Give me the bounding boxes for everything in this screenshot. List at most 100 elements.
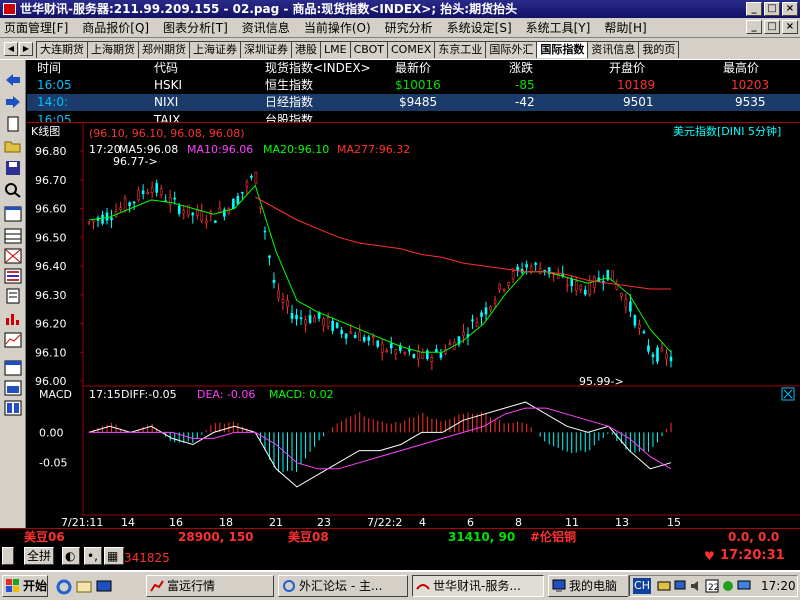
market-tab[interactable]: 资讯信息: [587, 41, 640, 58]
arrow-right-icon[interactable]: [4, 94, 22, 110]
child-minimize-button[interactable]: _: [746, 20, 762, 34]
task-forum[interactable]: 外汇论坛 - 主...: [278, 575, 408, 597]
new-page-icon[interactable]: [4, 116, 22, 132]
menu-operation[interactable]: 当前操作(O): [304, 19, 371, 36]
cell-change: -42: [515, 95, 535, 109]
keyboard-icon[interactable]: ▦: [104, 547, 124, 565]
market-tab[interactable]: 东京工业: [434, 41, 487, 58]
task-shihua[interactable]: 世华财讯-服务...: [412, 575, 544, 597]
line-chart-icon[interactable]: [4, 332, 22, 348]
market-tab[interactable]: 我的页: [638, 41, 680, 58]
market-tab[interactable]: 国际指数: [536, 41, 589, 58]
ie-icon[interactable]: [56, 579, 72, 595]
candle-body: [155, 183, 158, 193]
market-tab[interactable]: COMEX: [387, 41, 436, 58]
messenger-icon[interactable]: [721, 579, 735, 593]
table-icon[interactable]: [4, 228, 22, 244]
search-icon[interactable]: [4, 182, 22, 198]
market-tab[interactable]: 国际外汇: [485, 41, 538, 58]
tab-prev-button[interactable]: ◀: [4, 42, 18, 56]
notes-icon[interactable]: [4, 288, 22, 304]
ma-label: MA20:96.10: [263, 143, 329, 156]
header-open[interactable]: 开盘价: [609, 60, 645, 77]
arrow-left-icon[interactable]: [4, 72, 22, 88]
low-marker: 95.99->: [579, 375, 624, 388]
ime-icon[interactable]: [2, 547, 14, 565]
candle-body: [110, 217, 113, 221]
task-mycomputer[interactable]: 我的电脑: [548, 575, 630, 597]
menu-help[interactable]: 帮助[H]: [604, 19, 646, 36]
candle-body: [353, 334, 357, 339]
menu-news[interactable]: 资讯信息: [242, 19, 290, 36]
layout-c-icon[interactable]: [4, 400, 22, 416]
candle-body: [335, 322, 339, 328]
cell-last: $9485: [399, 95, 438, 109]
chart-cross-icon[interactable]: [4, 248, 22, 264]
start-button[interactable]: 开始: [2, 575, 48, 597]
volume-icon[interactable]: [689, 579, 703, 593]
monitor-icon[interactable]: [737, 579, 751, 593]
market-tab[interactable]: LME: [320, 41, 351, 58]
ma-label: MA277:96.32: [337, 143, 410, 156]
candle-body: [277, 290, 280, 299]
punct-icon[interactable]: •,: [84, 547, 102, 565]
ma-label: MA10:96.06: [187, 143, 253, 156]
close-button[interactable]: ×: [782, 2, 798, 16]
tray-app-icon[interactable]: [657, 579, 671, 593]
bar-chart-icon[interactable]: [4, 310, 22, 326]
header-high[interactable]: 最高价: [723, 60, 759, 77]
menu-tools[interactable]: 系统工具[Y]: [526, 19, 591, 36]
calendar-icon[interactable]: 22: [705, 579, 719, 593]
macd-dea-line: [89, 407, 672, 470]
minimize-button[interactable]: _: [746, 2, 762, 16]
price-tick-label: 96.80: [35, 145, 67, 158]
market-tab[interactable]: 港股: [291, 41, 321, 58]
candle-body: [565, 284, 569, 287]
market-tab[interactable]: 大连期货: [36, 41, 88, 58]
language-indicator[interactable]: CH: [633, 578, 651, 594]
menu-page[interactable]: 页面管理[F]: [4, 19, 68, 36]
header-last[interactable]: 最新价: [395, 60, 431, 77]
quote-row-hsi[interactable]: 16:05 HSKI 恒生指数 $10016 -85 10189 10203: [27, 77, 800, 94]
header-code[interactable]: 代码: [154, 60, 178, 77]
candle-body: [574, 281, 578, 291]
shihua-app-icon: [416, 584, 430, 590]
save-icon[interactable]: [4, 160, 22, 176]
network-icon[interactable]: [673, 579, 687, 593]
input-mode-button[interactable]: 全拼: [24, 547, 55, 565]
moon-icon[interactable]: ◐: [62, 547, 80, 565]
maximize-button[interactable]: □: [764, 2, 780, 16]
menu-chart[interactable]: 图表分析[T]: [163, 19, 228, 36]
desktop-icon[interactable]: [96, 579, 112, 595]
layout-b-icon[interactable]: [4, 380, 22, 396]
market-tab[interactable]: 上海期货: [87, 41, 139, 58]
quote-row-taiex[interactable]: 16:05 TAIX 台股指数: [27, 112, 800, 122]
quote-row-nikkei[interactable]: 14:0: NIXI 日经指数 $9485 -42 9501 9535: [27, 94, 800, 111]
candle-body: [380, 343, 384, 353]
menu-quote[interactable]: 商品报价[Q]: [82, 19, 149, 36]
market-tab[interactable]: CBOT: [349, 41, 388, 58]
window-layout-icon[interactable]: [4, 206, 22, 222]
child-close-button[interactable]: ×: [782, 20, 798, 34]
menu-settings[interactable]: 系统设定[S]: [447, 19, 512, 36]
task-label: 世华财讯-服务...: [433, 579, 521, 593]
kline-chart-panel[interactable]: K线图 (96.10, 96.10, 96.08, 96.08) 美元指数[DINI…: [27, 122, 800, 529]
layout-a-icon[interactable]: [4, 360, 22, 376]
header-name[interactable]: 现货指数<INDEX>: [265, 60, 371, 77]
kline-chart[interactable]: K线图 (96.10, 96.10, 96.08, 96.08) 美元指数[DINI…: [27, 123, 800, 529]
market-tab[interactable]: 郑州期货: [138, 41, 190, 58]
task-fuyuan[interactable]: 富远行情: [146, 575, 274, 597]
open-folder-icon[interactable]: [4, 138, 22, 154]
ohlc-label: (96.10, 96.10, 96.08, 96.08): [89, 127, 245, 140]
header-change[interactable]: 涨跌: [509, 60, 533, 77]
candle-body: [358, 331, 361, 341]
menu-research[interactable]: 研究分析: [385, 19, 433, 36]
market-tab[interactable]: 深圳证券: [240, 41, 292, 58]
candle-body: [480, 312, 483, 317]
list-view-icon[interactable]: [4, 268, 22, 284]
header-time[interactable]: 时间: [37, 60, 61, 77]
child-restore-button[interactable]: □: [764, 20, 780, 34]
outlook-icon[interactable]: [76, 579, 92, 595]
market-tab[interactable]: 上海证券: [189, 41, 241, 58]
tab-next-button[interactable]: ▶: [19, 42, 33, 56]
